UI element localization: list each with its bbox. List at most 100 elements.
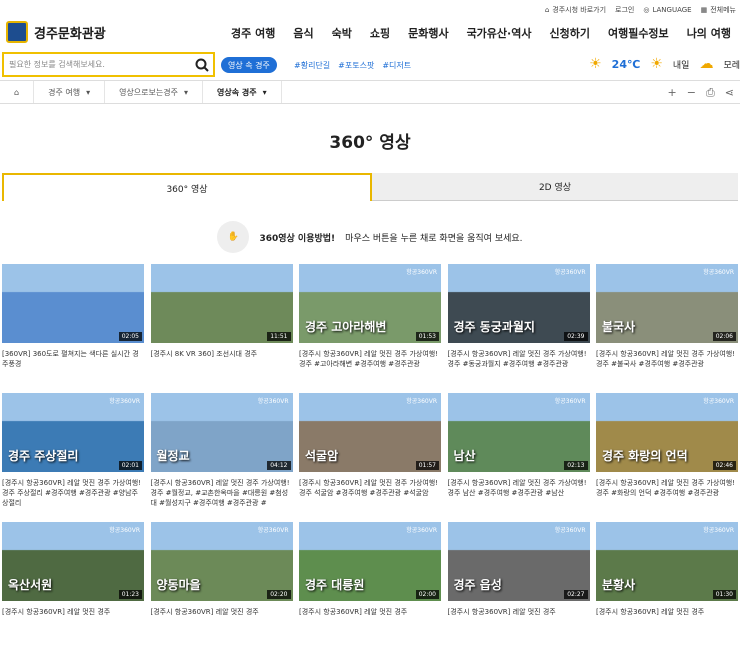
breadcrumb-current[interactable]: 영상속 경주 ▾ (203, 81, 282, 103)
zoom-in-icon[interactable]: + (668, 86, 677, 100)
video-card[interactable]: 항공360VR 경주 대릉원 02:00 [경주시 항공360VR] 레알 멋진… (299, 522, 441, 647)
video-thumbnail[interactable]: 항공360VR 남산 02:13 (447, 393, 590, 472)
breadcrumb: ⌂ 경주 여행 ▾ 영상으로보는경주 ▾ 영상속 경주 ▾ + − ⎙ ⋖ (0, 80, 740, 104)
logo-emblem-icon (6, 21, 28, 43)
util-language[interactable]: ◎ LANGUAGE (643, 6, 691, 14)
weather-temp: 24℃ (611, 57, 641, 71)
video-tag-button[interactable]: 영상 속 경주 (221, 57, 277, 73)
gnb-item[interactable]: 나의 여행 (678, 25, 740, 41)
video-thumbnail[interactable]: 항공360VR 월정교 04:12 (150, 393, 293, 472)
video-thumbnail[interactable]: 항공360VR 경주 고아라해변 01:53 (299, 264, 441, 343)
tab-2d[interactable]: 2D 영상 (372, 173, 738, 201)
util-home[interactable]: ⌂ 경주시청 바로가기 (545, 5, 606, 15)
gnb-item[interactable]: 경주 여행 (222, 25, 284, 41)
util-allmenu[interactable]: ▦ 전체메뉴 (701, 5, 736, 15)
video-card[interactable]: 11:51 [경주시 8K VR 360] 조선시대 경주 (150, 264, 293, 389)
video-thumbnail[interactable]: 항공360VR 경주 동궁과월지 02:39 (447, 264, 590, 343)
video-caption[interactable]: [경주시 항공360VR] 레알 멋진 경주 가상여행! 경주 #고아라해변 #… (299, 349, 441, 389)
vr-label: 항공360VR (406, 269, 437, 276)
hashtag-link[interactable]: #디저트 (382, 60, 411, 71)
video-caption[interactable]: [경주시 항공360VR] 레알 멋진 경주 가상여행! 경주 #월정교, #교… (151, 478, 293, 518)
video-caption[interactable]: [경주시 항공360VR] 레알 멋진 경주 가상여행! 경주 #동궁과월지 #… (448, 349, 590, 389)
gnb-item[interactable]: 숙박 (323, 25, 361, 41)
video-thumbnail[interactable]: 항공360VR 불국사 02:06 (596, 264, 738, 343)
video-card[interactable]: 항공360VR 경주 동궁과월지 02:39 [경주시 항공360VR] 레알 … (447, 264, 590, 389)
weather-widget: ☀ 24℃ ☀ 내일 ☁ 모레 (589, 56, 740, 72)
sun-icon: ☀ (650, 56, 663, 72)
video-thumbnail[interactable]: 02:05 (2, 264, 144, 343)
gnb-item[interactable]: 문화행사 (399, 25, 457, 41)
video-overlay-title: 경주 읍성 (453, 578, 502, 592)
search-icon[interactable] (195, 58, 209, 72)
video-card[interactable]: 항공360VR 양동마을 02:20 [경주시 항공360VR] 레알 멋진 경… (150, 522, 293, 647)
video-duration: 01:57 (415, 461, 439, 470)
video-thumbnail[interactable]: 11:51 (150, 264, 293, 343)
video-thumbnail[interactable]: 항공360VR 분황사 01:30 (596, 522, 738, 601)
video-caption[interactable]: [경주시 항공360VR] 레알 멋진 경주 가상여행! 경주 석굴암 #경주여… (299, 478, 441, 518)
video-caption[interactable]: [경주시 항공360VR] 레알 멋진 경주 가상여행! 경주 주상절리 #경주… (2, 478, 144, 518)
video-caption[interactable]: [경주시 항공360VR] 레알 멋진 경주 가상여행! 경주 #화랑의 언덕 … (596, 478, 738, 518)
video-card[interactable]: 02:05 [360VR] 360도로 펼쳐지는 색다른 실시간 경주풍경 (2, 264, 144, 389)
vr-label: 항공360VR (554, 527, 586, 534)
video-caption[interactable]: [경주시 8K VR 360] 조선시대 경주 (151, 349, 293, 389)
util-login[interactable]: 로그인 (615, 5, 634, 15)
gnb-item[interactable]: 음식 (284, 25, 322, 41)
video-caption[interactable]: [경주시 항공360VR] 레알 멋진 경주 가상여행! 경주 남산 #경주여행… (448, 478, 590, 518)
breadcrumb-item[interactable]: 경주 여행 ▾ (34, 81, 106, 103)
breadcrumb-item[interactable]: 영상으로보는경주 ▾ (105, 81, 203, 103)
share-icon[interactable]: ⋖ (725, 86, 734, 100)
video-caption[interactable]: [경주시 항공360VR] 레알 멋진 경주 (151, 607, 293, 647)
video-card[interactable]: 항공360VR 경주 주상절리 02:01 [경주시 항공360VR] 레알 멋… (2, 393, 144, 518)
video-caption[interactable]: [경주시 항공360VR] 레알 멋진 경주 (448, 607, 590, 647)
gnb-item[interactable]: 여행필수정보 (599, 25, 678, 41)
video-card[interactable]: 항공360VR 월정교 04:12 [경주시 항공360VR] 레알 멋진 경주… (150, 393, 293, 518)
gnb-item[interactable]: 쇼핑 (361, 25, 399, 41)
video-card[interactable]: 항공360VR 옥산서원 01:23 [경주시 항공360VR] 레알 멋진 경… (2, 522, 144, 647)
video-card[interactable]: 항공360VR 경주 읍성 02:27 [경주시 항공360VR] 레알 멋진 … (447, 522, 590, 647)
zoom-out-icon[interactable]: − (687, 86, 696, 100)
hashtag-list: #황리단길 #포토스팟 #디저트 (294, 60, 411, 71)
video-card[interactable]: 항공360VR 경주 고아라해변 01:53 [경주시 항공360VR] 레알 … (299, 264, 441, 389)
video-duration: 01:53 (415, 332, 439, 341)
gnb-item[interactable]: 신청하기 (540, 25, 598, 41)
guide-text: 마우스 버튼을 누른 채로 화면을 움직여 보세요. (345, 233, 523, 244)
video-thumbnail[interactable]: 항공360VR 석굴암 01:57 (299, 393, 441, 472)
video-card[interactable]: 항공360VR 경주 화랑의 언덕 02:46 [경주시 항공360VR] 레알… (596, 393, 738, 518)
site-logo[interactable]: 경주문화관광 (6, 21, 106, 43)
video-thumbnail[interactable]: 항공360VR 옥산서원 01:23 (2, 522, 144, 601)
vr-label: 항공360VR (109, 398, 140, 405)
grid-icon: ▦ (700, 6, 708, 14)
video-card[interactable]: 항공360VR 분황사 01:30 [경주시 항공360VR] 레알 멋진 경주 (596, 522, 738, 647)
video-caption[interactable]: [경주시 항공360VR] 레알 멋진 경주 (2, 607, 144, 647)
video-caption[interactable]: [경주시 항공360VR] 레알 멋진 경주 (299, 607, 441, 647)
video-thumbnail[interactable]: 항공360VR 경주 대릉원 02:00 (299, 522, 441, 601)
gnb-item[interactable]: 국가유산·역사 (458, 25, 541, 41)
video-overlay-title: 경주 화랑의 언덕 (602, 449, 688, 463)
print-icon[interactable]: ⎙ (706, 86, 715, 100)
video-thumbnail[interactable]: 항공360VR 경주 읍성 02:27 (447, 522, 590, 601)
utility-bar: ⌂ 경주시청 바로가기 로그인 ◎ LANGUAGE ▦ 전체메뉴 (545, 3, 740, 17)
video-overlay-title: 월정교 (156, 449, 190, 463)
video-duration: 02:01 (118, 461, 142, 470)
video-card[interactable]: 항공360VR 석굴암 01:57 [경주시 항공360VR] 레알 멋진 경주… (299, 393, 441, 518)
vr-label: 항공360VR (109, 527, 140, 534)
vr-label: 항공360VR (406, 398, 437, 405)
video-thumbnail[interactable]: 항공360VR 경주 주상절리 02:01 (2, 393, 144, 472)
vr-label: 항공360VR (554, 398, 586, 405)
video-thumbnail[interactable]: 항공360VR 경주 화랑의 언덕 02:46 (596, 393, 738, 472)
video-caption[interactable]: [경주시 항공360VR] 레알 멋진 경주 (596, 607, 738, 647)
hashtag-link[interactable]: #황리단길 (294, 60, 330, 71)
hashtag-link[interactable]: #포토스팟 (338, 60, 374, 71)
chevron-down-icon: ▾ (262, 87, 267, 97)
chevron-down-icon: ▾ (183, 87, 188, 97)
video-caption[interactable]: [경주시 항공360VR] 레알 멋진 경주 가상여행! 경주 #불국사 #경주… (596, 349, 738, 389)
video-card[interactable]: 항공360VR 불국사 02:06 [경주시 항공360VR] 레알 멋진 경주… (596, 264, 738, 389)
tab-360[interactable]: 360° 영상 (2, 173, 372, 201)
video-caption[interactable]: [360VR] 360도로 펼쳐지는 색다른 실시간 경주풍경 (2, 349, 144, 389)
video-card[interactable]: 항공360VR 남산 02:13 [경주시 항공360VR] 레알 멋진 경주 … (447, 393, 590, 518)
page-tools: + − ⎙ ⋖ (668, 86, 734, 100)
breadcrumb-home[interactable]: ⌂ (0, 81, 35, 103)
video-duration: 04:12 (267, 461, 291, 470)
video-thumbnail[interactable]: 항공360VR 양동마을 02:20 (150, 522, 293, 601)
search-input[interactable]: 필요한 정보를 검색해보세요. (2, 52, 215, 77)
